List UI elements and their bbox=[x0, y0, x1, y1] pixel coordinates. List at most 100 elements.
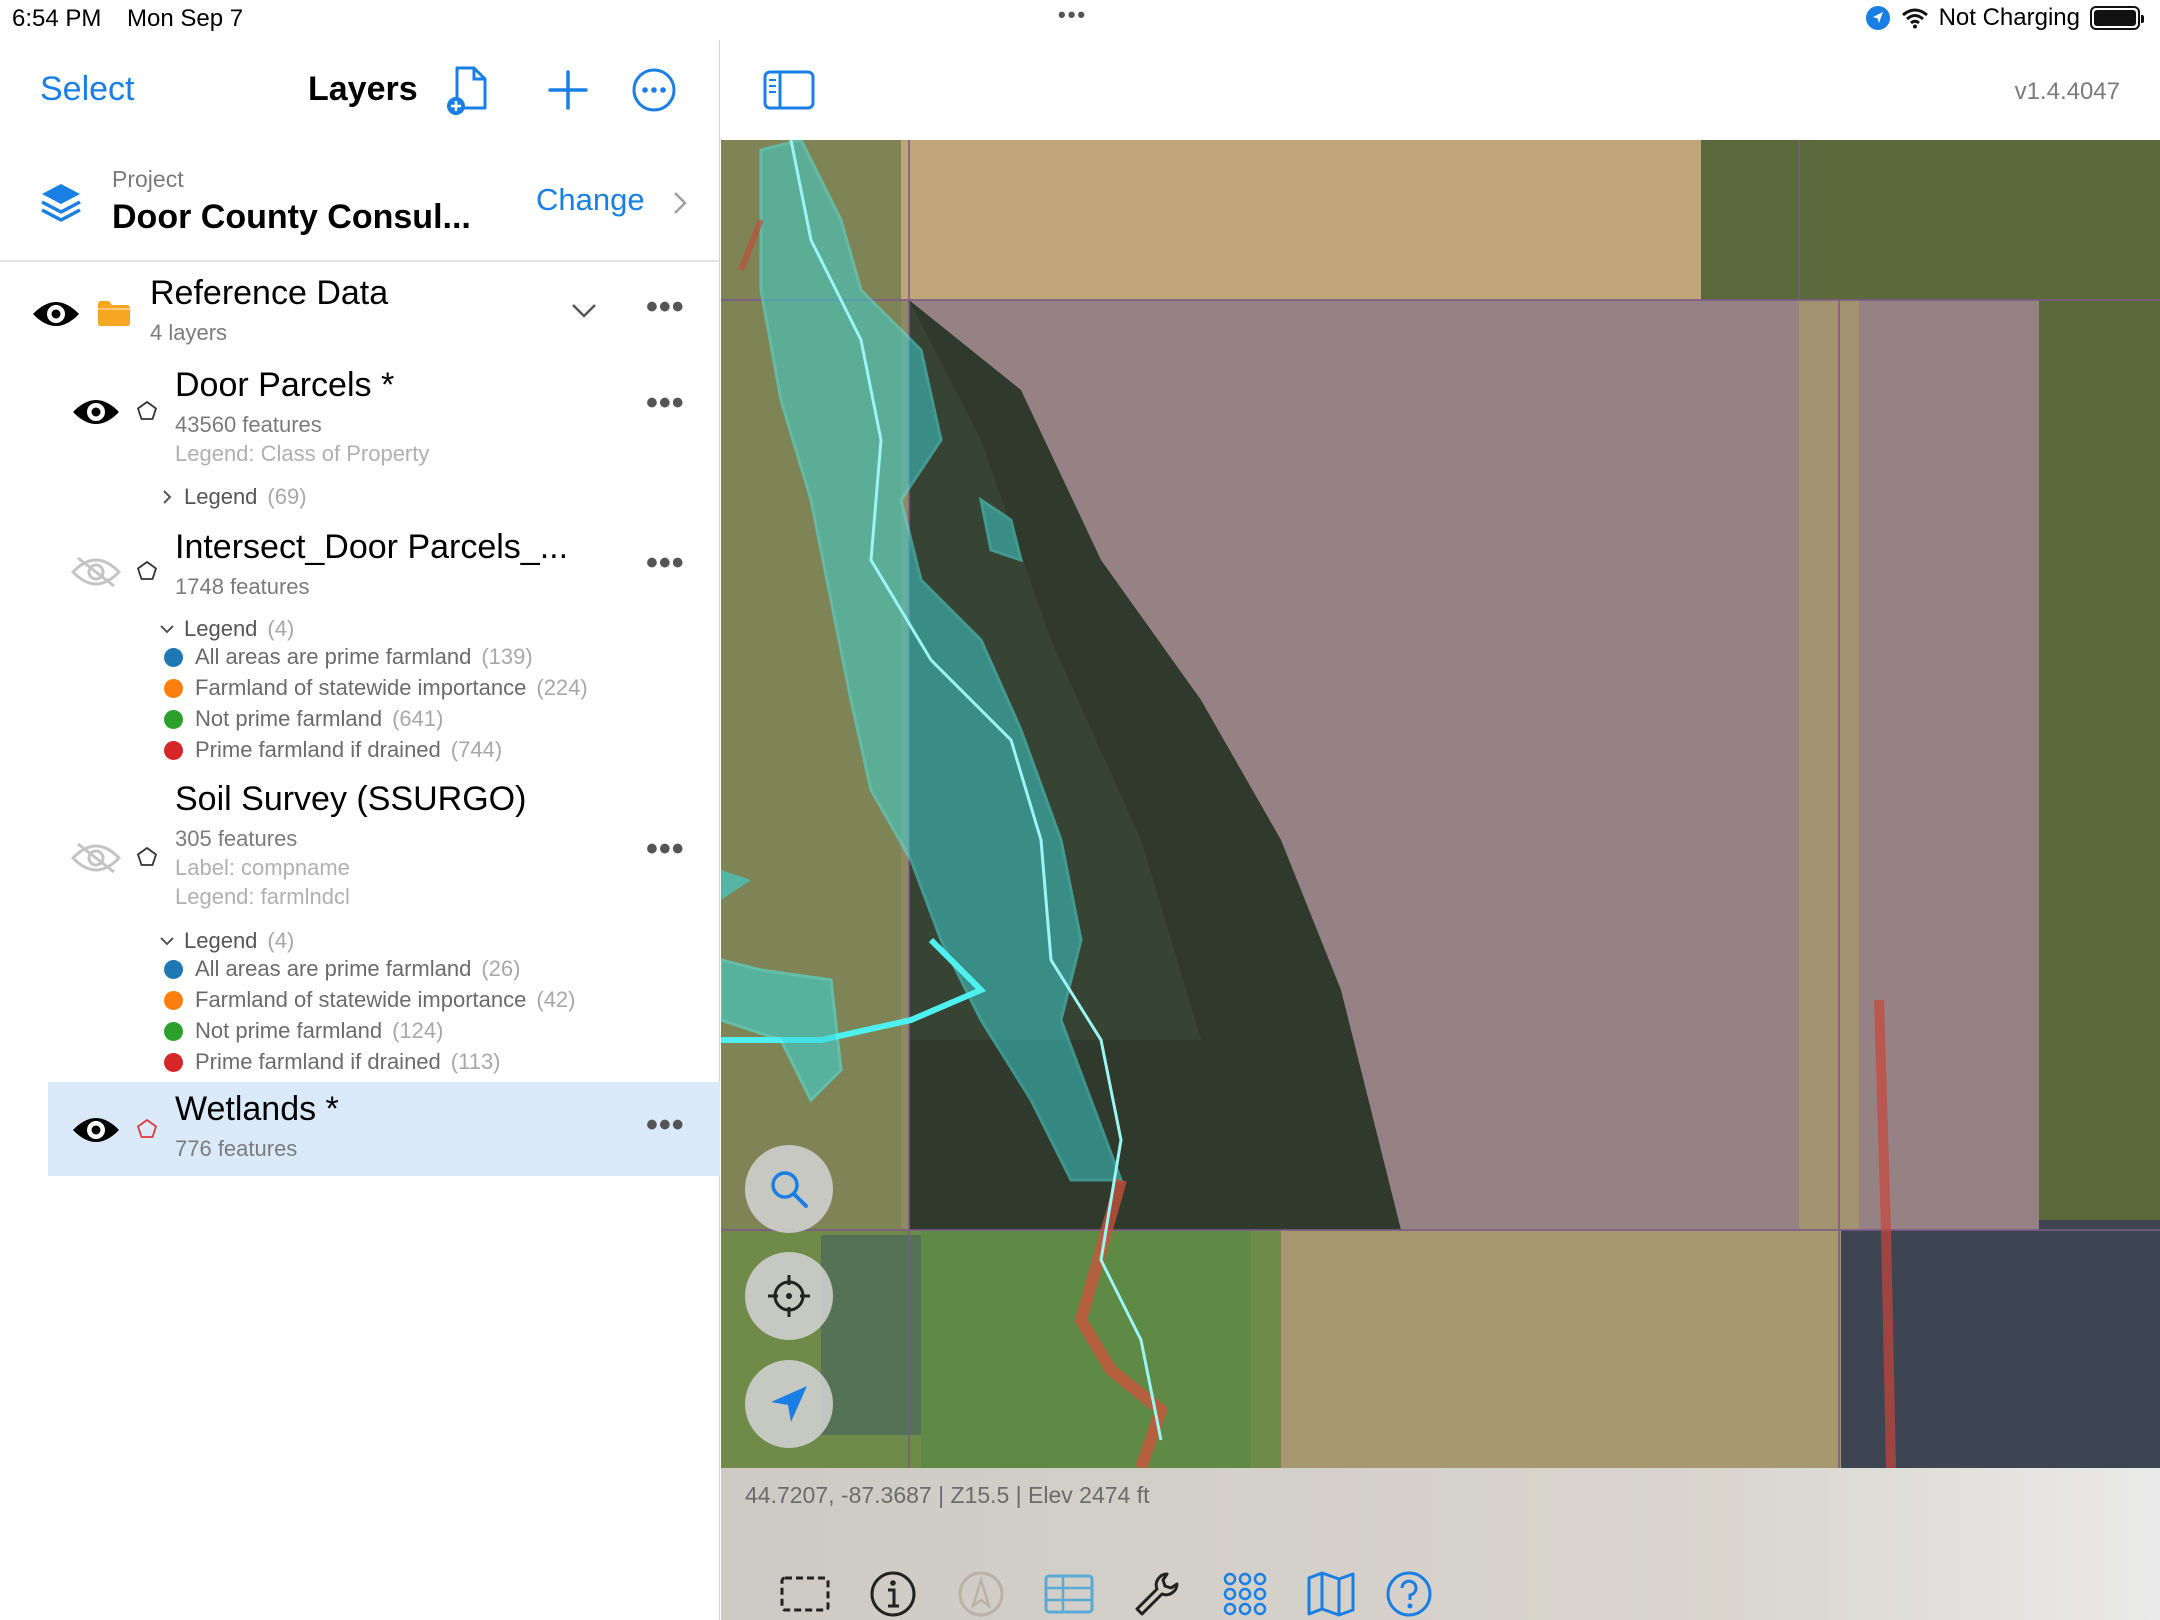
search-icon bbox=[771, 1171, 808, 1208]
group-name: Reference Data bbox=[150, 274, 389, 312]
navigation-arrow-icon bbox=[771, 1386, 807, 1422]
basemap-icon[interactable] bbox=[1305, 1568, 1357, 1620]
help-icon[interactable] bbox=[1383, 1568, 1435, 1620]
legend-swatch bbox=[164, 647, 183, 667]
status-right: Not Charging bbox=[1865, 4, 2144, 32]
legend-item: Prime farmland if drained (744) bbox=[164, 737, 502, 763]
layer-row-wetlands[interactable]: Wetlands * 776 features ••• bbox=[48, 1082, 720, 1176]
legend-swatch bbox=[164, 740, 183, 760]
layer-group-reference-data[interactable]: Reference Data 4 layers ••• bbox=[0, 262, 720, 362]
polygon-icon bbox=[136, 560, 158, 580]
map-toolbar-top: v1.4.4047 bbox=[721, 40, 2160, 140]
grid-apps-icon[interactable] bbox=[1219, 1568, 1271, 1620]
wrench-icon[interactable] bbox=[1131, 1568, 1183, 1620]
eye-hidden-icon[interactable] bbox=[70, 840, 122, 876]
legend-count: (4) bbox=[267, 928, 295, 953]
app-version: v1.4.4047 bbox=[2014, 78, 2120, 105]
follow-location-button[interactable] bbox=[745, 1360, 833, 1448]
crosshair-icon bbox=[768, 1275, 810, 1317]
legend-swatch bbox=[164, 990, 183, 1010]
page-title: Layers bbox=[308, 70, 418, 108]
legend-toggle[interactable]: Legend (69) bbox=[160, 484, 307, 510]
chevron-right-icon bbox=[163, 490, 172, 504]
layer-feature-count: 43560 features bbox=[175, 412, 322, 437]
legend-item: Farmland of statewide importance (42) bbox=[164, 987, 576, 1013]
status-bar: 6:54 PM Mon Sep 7 ••• Not Charging bbox=[0, 0, 2160, 40]
rectangle-select-icon[interactable] bbox=[779, 1568, 831, 1620]
legend-label: Legend bbox=[184, 616, 258, 641]
legend-swatch bbox=[164, 678, 183, 698]
plus-icon[interactable] bbox=[540, 62, 596, 118]
legend-toggle[interactable]: Legend (4) bbox=[160, 616, 294, 642]
polygon-icon bbox=[136, 400, 158, 420]
legend-count: (69) bbox=[267, 484, 307, 509]
chevron-down-icon[interactable] bbox=[570, 302, 598, 320]
layer-legend-field: Legend: farmlndcl bbox=[175, 884, 350, 909]
layer-more-button[interactable]: ••• bbox=[646, 830, 685, 869]
project-label: Project bbox=[112, 166, 184, 192]
folder-icon bbox=[98, 301, 130, 326]
layer-feature-count: 305 features bbox=[175, 826, 298, 851]
legend-label: Legend bbox=[184, 928, 258, 953]
layer-row-intersect-door-parcels[interactable]: Intersect_Door Parcels_... 1748 features… bbox=[0, 524, 720, 776]
legend-label: Legend bbox=[184, 484, 258, 509]
layer-name: Soil Survey (SSURGO) bbox=[175, 780, 527, 818]
change-project-button[interactable]: Change bbox=[536, 182, 645, 218]
chevron-down-icon bbox=[160, 937, 174, 946]
legend-item: Prime farmland if drained (113) bbox=[164, 1049, 501, 1075]
legend-item: Not prime farmland (641) bbox=[164, 706, 443, 732]
eye-visible-icon[interactable] bbox=[30, 296, 82, 332]
sidebar-nav-bar: Select Layers bbox=[0, 40, 719, 140]
legend-swatch bbox=[164, 1021, 183, 1041]
layer-more-button[interactable]: ••• bbox=[646, 544, 685, 583]
project-name: Door County Consul... bbox=[112, 198, 471, 236]
layers-stack-icon bbox=[41, 184, 81, 222]
layer-label-field: Label: compname bbox=[175, 855, 350, 880]
group-more-button[interactable]: ••• bbox=[646, 288, 685, 327]
eye-visible-icon[interactable] bbox=[70, 394, 122, 430]
legend-item: All areas are prime farmland (139) bbox=[164, 644, 533, 670]
more-options-icon[interactable] bbox=[626, 62, 682, 118]
info-icon[interactable] bbox=[867, 1568, 919, 1620]
layer-name: Wetlands * bbox=[175, 1090, 339, 1128]
layers-sidebar: Select Layers Project Door County Consul… bbox=[0, 40, 720, 1620]
add-document-icon[interactable] bbox=[440, 62, 496, 118]
sidebar-toggle-icon[interactable] bbox=[763, 70, 815, 110]
group-count: 4 layers bbox=[150, 320, 228, 345]
map-canvas[interactable] bbox=[721, 140, 2160, 1468]
legend-swatch bbox=[164, 709, 183, 729]
coordinates-readout: 44.7207, -87.3687 | Z15.5 | Elev 2474 ft bbox=[745, 1482, 1150, 1508]
battery-icon bbox=[2090, 6, 2144, 30]
search-map-button[interactable] bbox=[745, 1145, 833, 1233]
multitasking-dots-icon[interactable]: ••• bbox=[1058, 2, 1087, 28]
legend-toggle[interactable]: Legend (4) bbox=[160, 928, 294, 954]
status-date: Mon Sep 7 bbox=[127, 5, 244, 32]
layer-more-button[interactable]: ••• bbox=[646, 384, 685, 423]
project-selector[interactable]: Project Door County Consul... Change bbox=[0, 140, 719, 262]
layer-feature-count: 776 features bbox=[175, 1136, 298, 1161]
legend-swatch bbox=[164, 959, 183, 979]
legend-item: Not prime farmland (124) bbox=[164, 1018, 443, 1044]
layer-legend-field: Legend: Class of Property bbox=[175, 441, 430, 466]
battery-status-text: Not Charging bbox=[1938, 4, 2080, 31]
chevron-right-icon bbox=[674, 192, 687, 214]
layer-feature-count: 1748 features bbox=[175, 574, 310, 599]
status-time: 6:54 PM bbox=[12, 5, 102, 32]
eye-hidden-icon[interactable] bbox=[70, 554, 122, 590]
locate-me-button[interactable] bbox=[745, 1252, 833, 1340]
legend-swatch bbox=[164, 1052, 183, 1072]
eye-visible-icon[interactable] bbox=[70, 1112, 122, 1148]
layer-row-door-parcels[interactable]: Door Parcels * 43560 features Legend: Cl… bbox=[0, 362, 720, 522]
location-arrow-icon bbox=[1865, 6, 1890, 30]
legend-count: (4) bbox=[267, 616, 295, 641]
layer-row-soil-survey[interactable]: Soil Survey (SSURGO) 305 features Label:… bbox=[0, 776, 720, 1076]
attribute-table-icon[interactable] bbox=[1043, 1568, 1095, 1620]
wifi-icon bbox=[1901, 8, 1928, 29]
layer-more-button[interactable]: ••• bbox=[646, 1106, 685, 1145]
select-button[interactable]: Select bbox=[40, 70, 135, 109]
legend-item: Farmland of statewide importance (224) bbox=[164, 675, 588, 701]
polygon-red-icon bbox=[136, 1118, 158, 1138]
chevron-down-icon bbox=[160, 625, 174, 634]
gps-disabled-icon bbox=[958, 1571, 1004, 1617]
legend-item: All areas are prime farmland (26) bbox=[164, 956, 520, 982]
